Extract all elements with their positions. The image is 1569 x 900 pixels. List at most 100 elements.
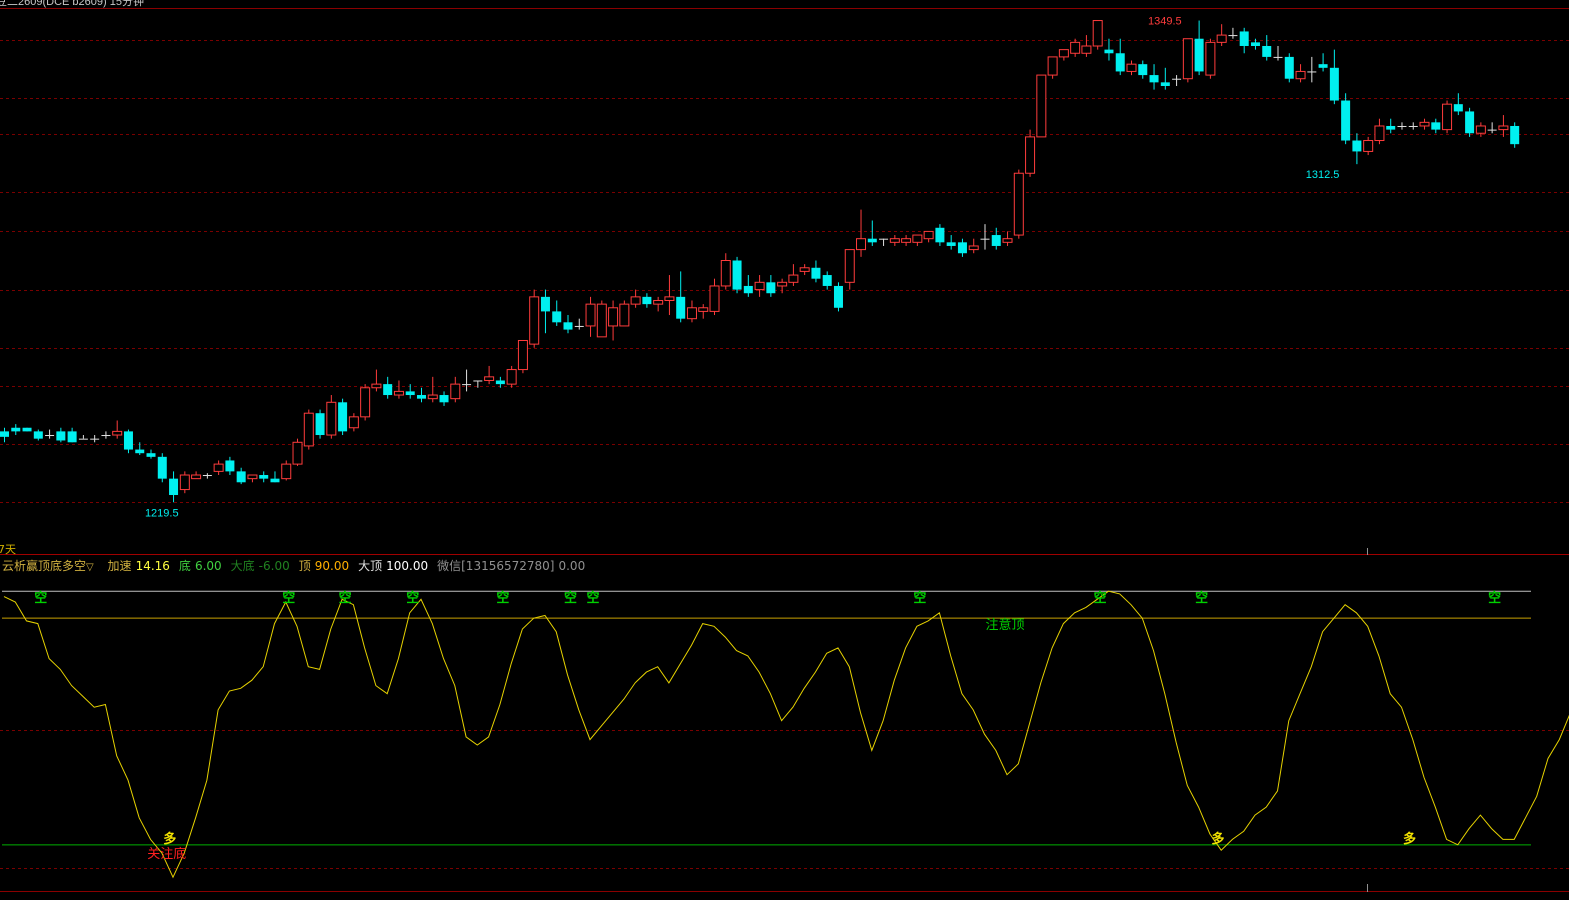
- candle-body-down: [1228, 35, 1238, 37]
- candle-body-up: [191, 474, 202, 480]
- candle-body-down: [833, 285, 843, 308]
- candle-body-up: [1498, 125, 1509, 131]
- sell-signal-label: 空: [339, 590, 352, 606]
- candle-body-up: [844, 249, 855, 283]
- chart-title: 豆二2609(DCE b2609) 15分钟: [0, 0, 144, 8]
- candle-body-down: [1239, 31, 1249, 46]
- candle-body-down: [957, 242, 967, 254]
- sell-signal-label: 空: [1488, 590, 1501, 606]
- indicator-value-3: 90.00: [314, 559, 350, 573]
- candle-body-down: [338, 402, 348, 432]
- candle-body-up: [1442, 103, 1453, 131]
- candle-body-up: [281, 463, 292, 480]
- candle-body-down: [822, 275, 832, 286]
- candle-body-up: [664, 296, 675, 301]
- candle-body-up: [326, 401, 337, 436]
- candle-body-down: [991, 235, 1001, 246]
- candle-body-up: [1036, 74, 1047, 138]
- candle-body-down: [552, 311, 562, 323]
- candle-body-up: [799, 267, 810, 272]
- candle-body-down: [1386, 125, 1396, 130]
- candle-body-down: [1262, 45, 1272, 57]
- candle-body-down: [56, 431, 66, 441]
- candle-body-up: [1205, 41, 1216, 76]
- candle-body-down: [879, 238, 889, 240]
- candle-body-up: [585, 303, 596, 327]
- buy-signal-label: 多: [163, 831, 176, 847]
- sell-signal-label: 空: [282, 590, 295, 606]
- candle-body-down: [1408, 125, 1418, 127]
- candle-body-up: [788, 274, 799, 283]
- high-price-label: 1349.5: [1148, 16, 1182, 28]
- candle-body-down: [1149, 75, 1159, 83]
- buy-signal-label: 多: [1403, 831, 1416, 847]
- candle-body-up: [912, 234, 923, 243]
- candle-body-down: [11, 427, 21, 432]
- candle-body-up: [720, 260, 731, 287]
- sell-signal-label: 空: [564, 590, 577, 606]
- candle-body-up: [698, 307, 709, 312]
- chart-window: 1349.5 1219.5 1312.5 空空空空空空空空空空空多多多注意顶 关注底 豆…: [0, 0, 1569, 896]
- candle-body-down: [270, 478, 280, 483]
- candle-body-down: [33, 431, 43, 439]
- candle-body-down: [135, 449, 145, 454]
- candle-body-up: [777, 281, 788, 287]
- candle-body-down: [225, 460, 235, 472]
- candle-body-up: [348, 416, 359, 429]
- candle-body-down: [202, 475, 212, 477]
- chart-canvas[interactable]: 1349.51219.51312.5空空空空空空空空空空空多多多注意顶关注底: [0, 0, 1569, 896]
- indicator-name[interactable]: 云析赢顶底多空: [2, 559, 86, 573]
- candle-body-up: [1013, 172, 1024, 236]
- indicator-value-5: 0.00: [558, 559, 586, 573]
- candle-body-down: [1431, 122, 1441, 130]
- candle-body-up: [630, 296, 641, 305]
- candle-body-down: [123, 431, 133, 450]
- candle-body-up: [179, 474, 190, 491]
- candle-body-down: [383, 384, 393, 396]
- candle-body-down: [1465, 111, 1475, 134]
- candle-body-up: [1475, 125, 1486, 134]
- candle-body-down: [1284, 56, 1294, 79]
- candle-body-up: [1363, 140, 1374, 152]
- candle-body-down: [766, 282, 776, 294]
- candle-body-up: [1025, 136, 1036, 174]
- candle-body-up: [484, 376, 495, 381]
- candle-body-down: [811, 267, 821, 279]
- candle-body-up: [213, 463, 224, 472]
- candle-body-up: [393, 390, 404, 396]
- candle-body-up: [968, 245, 979, 251]
- attention-top-label: 注意顶: [986, 617, 1025, 633]
- chevron-down-icon[interactable]: ▽: [86, 562, 94, 573]
- candle-body-down: [540, 296, 550, 312]
- candle-body-up: [754, 281, 765, 291]
- candle-body-down: [1307, 71, 1317, 73]
- candle-body-down: [935, 227, 945, 243]
- candle-body-down: [1138, 64, 1148, 76]
- indicator-bar: 云析赢顶底多空▽ 加速 14.16 底 6.00 大底 -6.00 顶 90.00 大顶 100.…: [2, 557, 594, 573]
- candle-body-up: [889, 238, 900, 243]
- candle-body-down: [157, 456, 167, 479]
- candle-body-up: [1081, 45, 1092, 54]
- candle-body-down: [45, 435, 55, 437]
- candle-body-up: [427, 394, 438, 400]
- candle-body-down: [78, 438, 88, 440]
- candle-body-up: [1295, 70, 1306, 80]
- sell-signal-label: 空: [496, 590, 509, 606]
- candle-body-up: [303, 412, 314, 447]
- candle-body-up: [1126, 63, 1137, 72]
- indicator-label-0: 加速: [107, 559, 132, 573]
- candle-body-up: [112, 430, 123, 436]
- candle-body-down: [743, 285, 753, 294]
- candle-body-down: [1352, 140, 1362, 152]
- indicator-value-4: 100.00: [386, 559, 429, 573]
- candle-body-up: [292, 441, 303, 465]
- candle-body-up: [608, 307, 619, 327]
- candle-body-up: [596, 303, 607, 338]
- candle-body-down: [90, 438, 100, 440]
- candle-body-down: [1510, 125, 1520, 145]
- low-price-label: 1219.5: [145, 507, 179, 519]
- candle-body-up: [1058, 49, 1069, 58]
- local-low-price-label: 1312.5: [1306, 169, 1340, 181]
- candle-body-up: [360, 387, 371, 418]
- candle-body-up: [709, 285, 720, 312]
